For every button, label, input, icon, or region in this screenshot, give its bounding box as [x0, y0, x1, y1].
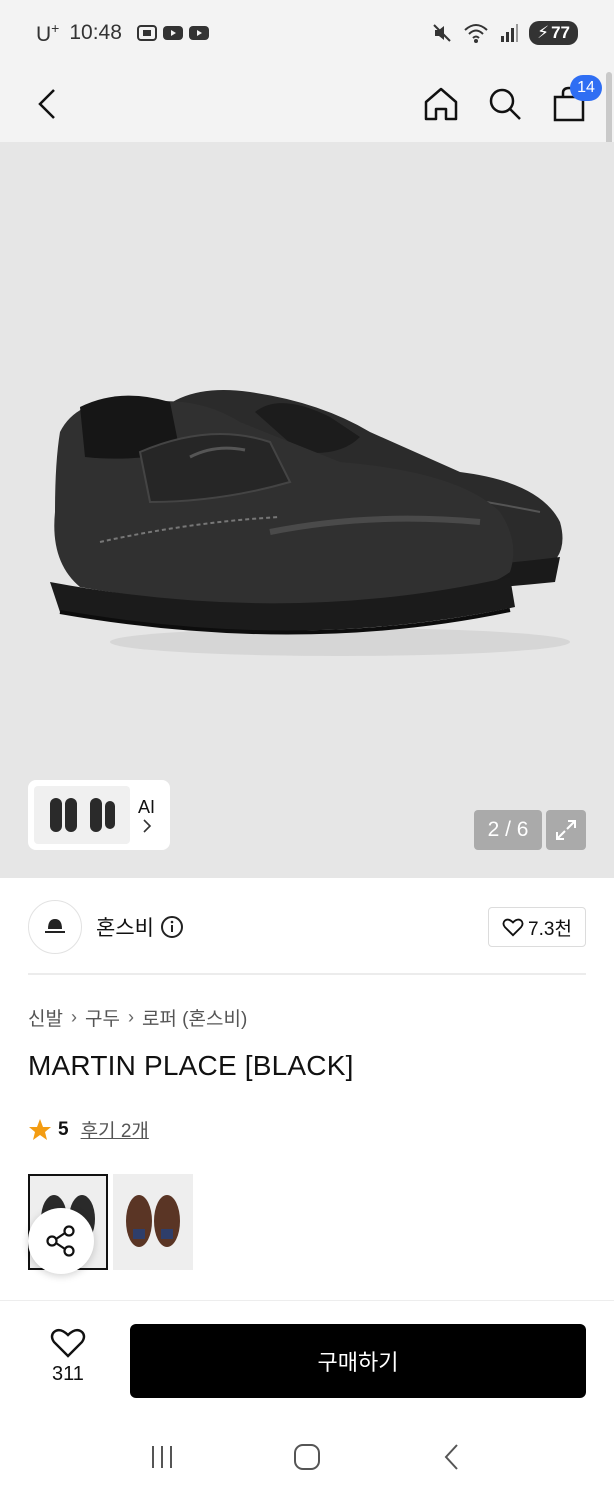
ai-similar-products-chip[interactable]: AI — [28, 780, 170, 850]
variant-thumbnail-brown — [126, 1195, 180, 1247]
thumb-shoe — [64, 798, 77, 832]
wishlist-count: 311 — [52, 1363, 84, 1385]
youtube-icon — [162, 26, 183, 40]
share-icon — [46, 1225, 75, 1257]
system-navigation-bar — [0, 1414, 614, 1500]
signal-icon — [501, 24, 519, 42]
breadcrumb-separator-icon: › — [127, 1007, 134, 1027]
home-icon — [424, 87, 458, 121]
notification-icons — [136, 24, 210, 42]
status-bar: U+ 10:48 ⚡ 77 — [0, 0, 614, 66]
ai-thumbnails — [34, 786, 130, 844]
home-button[interactable] — [420, 83, 462, 125]
review-count-link[interactable]: 후기 2개 — [81, 1116, 149, 1143]
heart-outline-icon — [50, 1328, 86, 1358]
divider — [28, 973, 586, 975]
wifi-icon — [464, 24, 488, 43]
cart-button[interactable]: 14 — [548, 75, 602, 125]
color-variant-brown[interactable] — [113, 1174, 193, 1270]
breadcrumb-item-category[interactable]: 신발 — [28, 1004, 63, 1031]
search-icon — [489, 88, 521, 120]
screen-capture-icon — [136, 25, 157, 41]
star-icon — [29, 1118, 51, 1140]
breadcrumb: 신발 › 구두 › 로퍼 (혼스비) — [28, 1004, 247, 1031]
wishlist-button[interactable]: 311 — [40, 1327, 96, 1386]
rating-summary: 5 후기 2개 — [28, 1116, 149, 1143]
expand-icon — [556, 820, 576, 840]
recent-apps-icon[interactable] — [147, 1442, 177, 1472]
cart-count-badge: 14 — [570, 75, 602, 101]
expand-image-button[interactable] — [546, 810, 586, 850]
home-nav-icon[interactable] — [292, 1442, 322, 1472]
battery-indicator: ⚡ 77 — [529, 21, 578, 45]
bottom-action-bar: 311 구매하기 — [0, 1300, 614, 1414]
chevron-left-icon — [38, 89, 55, 119]
brand-name[interactable]: 혼스비 — [96, 912, 154, 942]
carrier-text: U — [36, 22, 52, 46]
buy-button[interactable]: 구매하기 — [130, 1324, 586, 1398]
image-page-indicator: 2 / 6 — [474, 810, 542, 850]
product-title: MARTIN PLACE [BLACK] — [28, 1050, 354, 1081]
thumb-shoe — [104, 801, 115, 829]
ai-label-group: AI — [138, 796, 155, 834]
status-left: U+ 10:48 — [36, 20, 210, 47]
carrier-sup: + — [51, 19, 60, 36]
chevron-right-icon — [142, 819, 151, 833]
brand-logo[interactable] — [28, 900, 82, 954]
status-right: ⚡ 77 — [431, 21, 578, 45]
product-image-gallery[interactable]: AI 2 / 6 — [0, 142, 614, 878]
top-nav: 14 — [0, 66, 614, 142]
heart-outline-icon — [502, 918, 524, 937]
thumb-shoe — [89, 798, 102, 832]
product-shoe-image — [50, 390, 570, 656]
info-icon — [160, 916, 183, 938]
brand-like-count: 7.3천 — [528, 918, 572, 940]
carrier-label: U+ — [36, 20, 59, 47]
battery-level: 77 — [551, 23, 570, 42]
brand-logo-mark — [45, 919, 65, 933]
back-nav-icon[interactable] — [437, 1442, 467, 1472]
top-nav-actions: 14 — [420, 75, 602, 125]
breadcrumb-item-subcategory[interactable]: 구두 — [85, 1004, 120, 1031]
status-time: 10:48 — [69, 21, 122, 44]
charging-icon: ⚡ — [537, 23, 550, 42]
brand-like-button[interactable]: 7.3천 — [488, 907, 586, 947]
breadcrumb-item-current[interactable]: 로퍼 (혼스비) — [142, 1004, 247, 1031]
ai-label: AI — [138, 797, 156, 817]
back-button[interactable] — [24, 80, 72, 128]
mute-icon — [433, 24, 451, 42]
brand-row: 혼스비 7.3천 — [28, 898, 586, 956]
rating-score: 5 — [58, 1118, 69, 1140]
share-button[interactable] — [28, 1208, 94, 1274]
search-button[interactable] — [484, 83, 526, 125]
youtube-icon-2 — [188, 26, 209, 40]
breadcrumb-separator-icon: › — [70, 1007, 77, 1027]
thumb-shoe — [49, 798, 62, 832]
brand-info-button[interactable] — [160, 915, 184, 939]
